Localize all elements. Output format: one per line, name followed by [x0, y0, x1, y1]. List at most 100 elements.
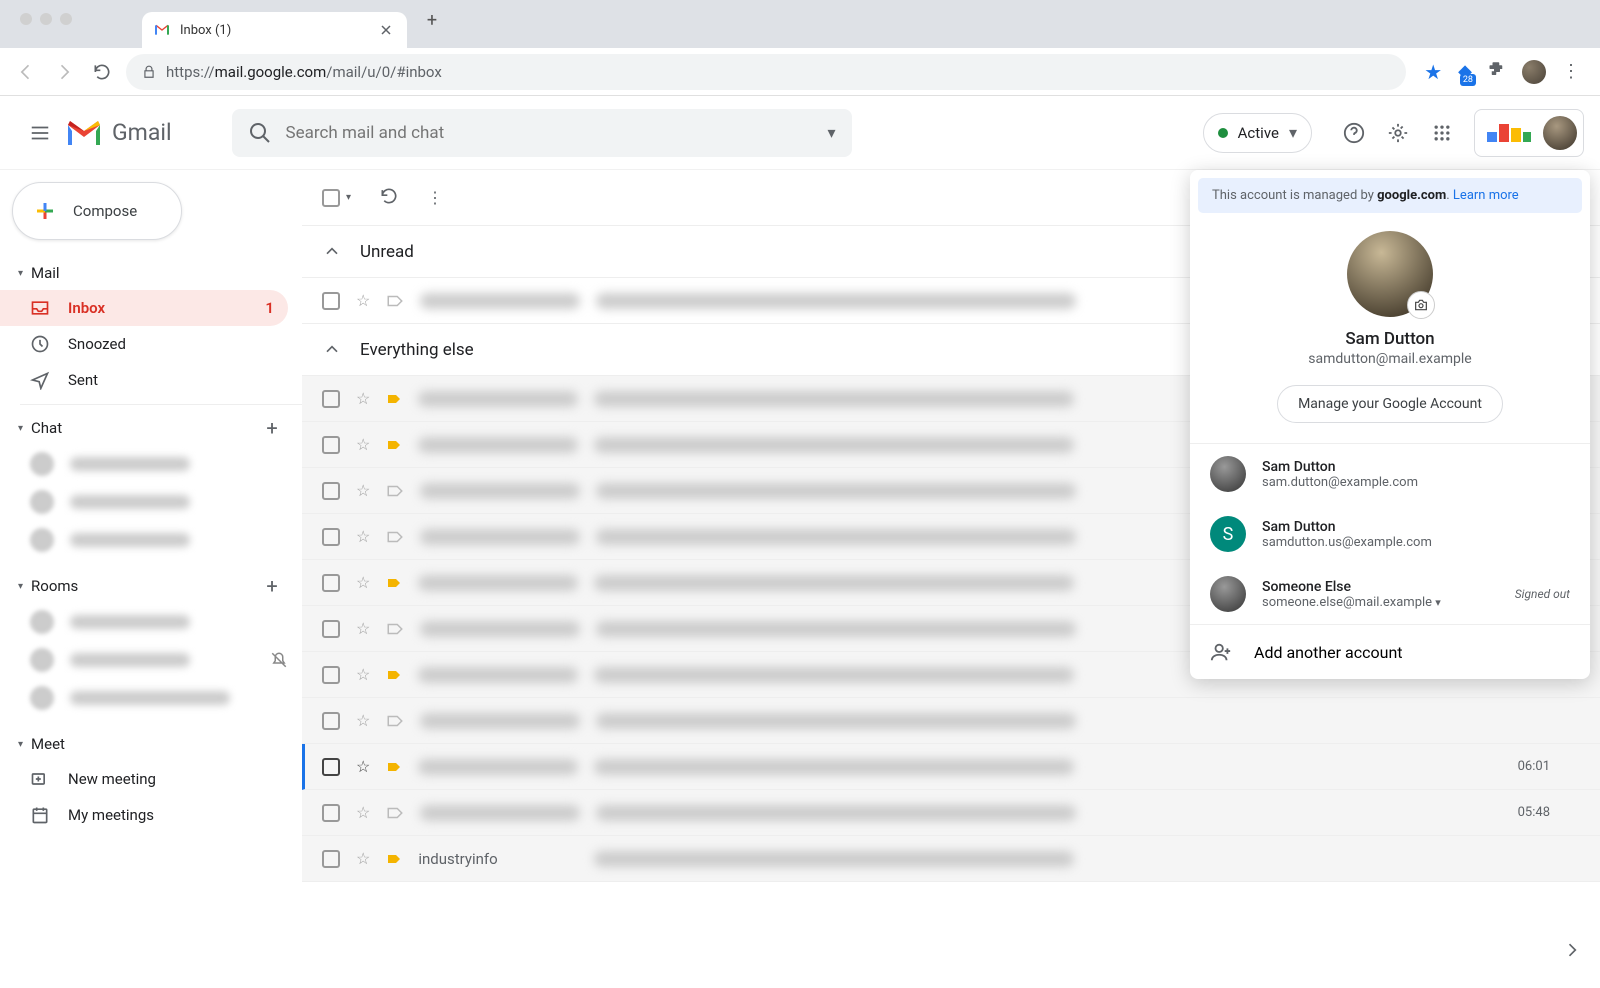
star-icon[interactable]: ☆ [356, 389, 370, 408]
close-window-icon[interactable] [20, 13, 32, 25]
sidebar-item-snoozed[interactable]: Snoozed [0, 326, 288, 362]
show-side-panel-button[interactable] [1554, 932, 1590, 968]
row-checkbox[interactable] [322, 436, 340, 454]
chrome-menu-icon[interactable]: ⋮ [1562, 61, 1580, 82]
compose-button[interactable]: Compose [12, 182, 182, 240]
mail-row[interactable]: ☆05:48 [302, 790, 1600, 836]
search-input[interactable] [286, 123, 814, 143]
support-button[interactable] [1332, 111, 1376, 155]
mail-row[interactable]: ☆06:01 [302, 744, 1600, 790]
apps-button[interactable] [1420, 111, 1464, 155]
star-icon[interactable]: ☆ [356, 619, 370, 638]
row-checkbox[interactable] [322, 528, 340, 546]
chrome-profile-avatar[interactable] [1522, 60, 1546, 84]
search-bar[interactable]: ▾ [232, 109, 852, 157]
row-checkbox[interactable] [322, 292, 340, 310]
search-options-icon[interactable]: ▾ [828, 123, 836, 142]
important-icon[interactable] [386, 437, 402, 453]
mail-section-header[interactable]: ▾ Mail [0, 256, 302, 290]
add-chat-button[interactable]: + [260, 416, 284, 440]
browser-tab[interactable]: Inbox (1) [142, 12, 407, 48]
forward-button[interactable] [50, 58, 78, 86]
org-logo-icon [1485, 118, 1533, 148]
chat-section-header[interactable]: ▾ Chat + [0, 411, 302, 445]
label-icon[interactable] [386, 804, 404, 822]
change-photo-button[interactable] [1407, 291, 1435, 319]
reload-button[interactable] [88, 58, 116, 86]
row-checkbox[interactable] [322, 482, 340, 500]
row-checkbox[interactable] [322, 574, 340, 592]
url-input[interactable]: https://mail.google.com/mail/u/0/#inbox [126, 54, 1406, 90]
account-row[interactable]: SSam Duttonsamdutton.us@example.com [1190, 504, 1590, 564]
extensions-icon[interactable] [1488, 60, 1506, 83]
row-checkbox[interactable] [322, 390, 340, 408]
star-icon[interactable]: ☆ [356, 573, 370, 592]
row-checkbox[interactable] [322, 850, 340, 868]
star-icon[interactable]: ☆ [356, 849, 370, 868]
gmail-logo[interactable]: Gmail [64, 117, 172, 149]
meet-section-header[interactable]: ▾ Meet [0, 727, 302, 761]
star-icon[interactable]: ☆ [356, 481, 370, 500]
main-menu-button[interactable] [16, 109, 64, 157]
sidebar-item-inbox[interactable]: Inbox 1 [0, 290, 288, 326]
important-icon[interactable] [386, 851, 402, 867]
plus-icon [33, 199, 57, 223]
minimize-window-icon[interactable] [40, 13, 52, 25]
status-chip[interactable]: Active ▾ [1203, 113, 1312, 153]
star-icon[interactable]: ☆ [356, 757, 370, 776]
star-icon[interactable]: ☆ [356, 291, 370, 310]
important-icon[interactable] [386, 391, 402, 407]
star-icon[interactable]: ☆ [356, 665, 370, 684]
star-icon[interactable]: ☆ [356, 435, 370, 454]
maximize-window-icon[interactable] [60, 13, 72, 25]
extension-badge[interactable]: ◆ 28 [1458, 61, 1472, 82]
room-item[interactable] [0, 679, 302, 717]
account-avatar[interactable] [1543, 116, 1577, 150]
row-checkbox[interactable] [322, 620, 340, 638]
account-row[interactable]: Someone Elsesomeone.else@mail.example ▾S… [1190, 564, 1590, 624]
star-icon[interactable]: ☆ [356, 711, 370, 730]
close-tab-icon[interactable] [377, 21, 395, 39]
account-row[interactable]: Sam Duttonsam.dutton@example.com [1190, 444, 1590, 504]
inbox-icon [30, 298, 50, 318]
learn-more-link[interactable]: Learn more [1453, 188, 1519, 203]
label-icon[interactable] [386, 620, 404, 638]
manage-account-button[interactable]: Manage your Google Account [1277, 385, 1503, 423]
chat-contact[interactable] [0, 483, 302, 521]
window-controls[interactable] [20, 13, 72, 35]
account-switcher[interactable] [1474, 109, 1584, 157]
row-checkbox[interactable] [322, 712, 340, 730]
select-all-checkbox[interactable]: ▾ [322, 189, 351, 207]
label-icon[interactable] [386, 482, 404, 500]
rooms-section-header[interactable]: ▾ Rooms + [0, 569, 302, 603]
important-icon[interactable] [386, 667, 402, 683]
star-icon[interactable]: ☆ [356, 803, 370, 822]
profile-avatar[interactable] [1347, 231, 1433, 317]
new-tab-button[interactable]: + [423, 15, 441, 33]
settings-button[interactable] [1376, 111, 1420, 155]
mail-row[interactable]: ☆industryinfo [302, 836, 1600, 882]
chat-contact[interactable] [0, 445, 302, 483]
star-icon[interactable]: ☆ [356, 527, 370, 546]
important-icon[interactable] [386, 575, 402, 591]
add-room-button[interactable]: + [260, 574, 284, 598]
sidebar-item-sent[interactable]: Sent [0, 362, 288, 398]
row-checkbox[interactable] [322, 758, 340, 776]
important-icon[interactable] [386, 759, 402, 775]
bookmark-star-icon[interactable]: ★ [1424, 60, 1442, 84]
label-icon[interactable] [386, 528, 404, 546]
mail-row[interactable]: ☆ [302, 698, 1600, 744]
refresh-button[interactable] [379, 186, 399, 210]
sidebar-item-new-meeting[interactable]: New meeting [0, 761, 288, 797]
row-checkbox[interactable] [322, 666, 340, 684]
label-icon[interactable] [386, 292, 404, 310]
add-account-button[interactable]: Add another account [1190, 624, 1590, 679]
room-item[interactable] [0, 603, 302, 641]
room-item[interactable] [0, 641, 302, 679]
row-checkbox[interactable] [322, 804, 340, 822]
chat-contact[interactable] [0, 521, 302, 559]
more-actions-button[interactable]: ⋮ [427, 188, 443, 207]
back-button[interactable] [12, 58, 40, 86]
label-icon[interactable] [386, 712, 404, 730]
sidebar-item-my-meetings[interactable]: My meetings [0, 797, 288, 833]
